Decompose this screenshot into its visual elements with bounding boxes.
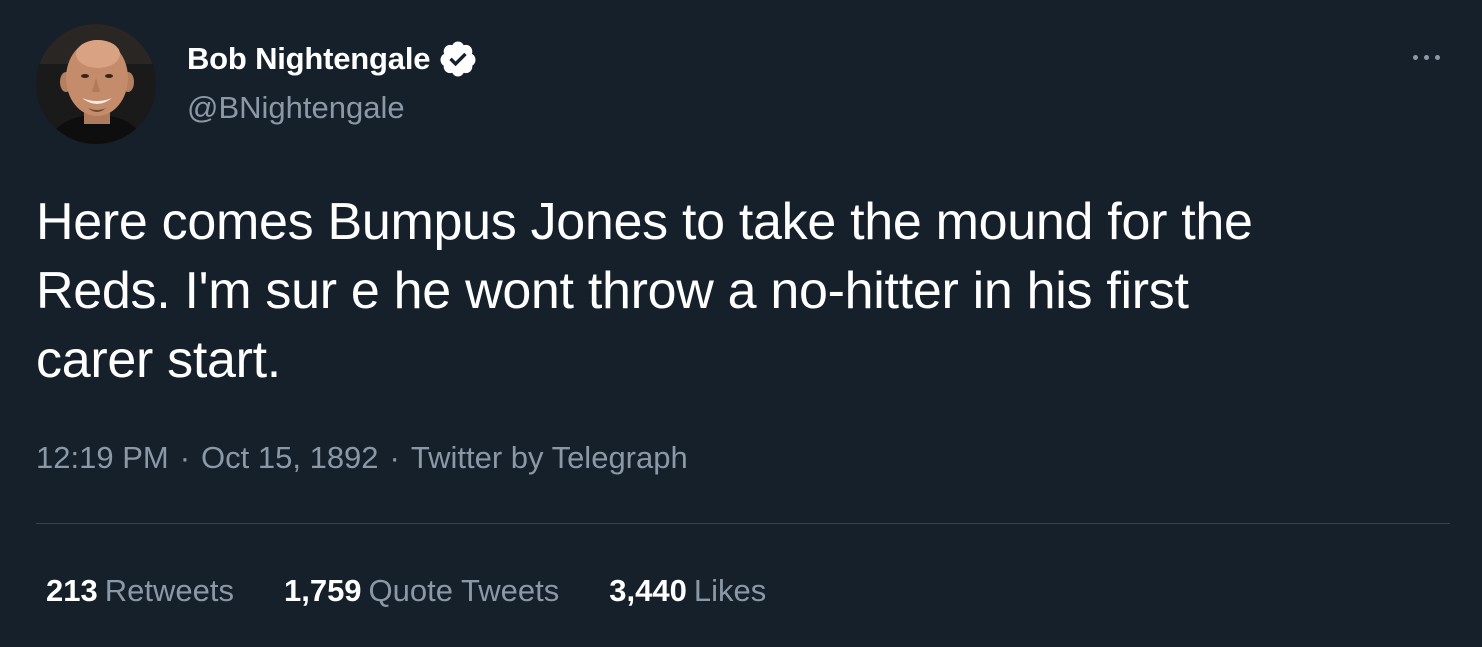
tweet-source[interactable]: Twitter by Telegraph — [411, 440, 688, 476]
author-block: Bob Nightengale @BNightengale — [187, 38, 478, 126]
stat-likes[interactable]: 3,440 Likes — [609, 573, 766, 609]
tweet-date[interactable]: Oct 15, 1892 — [201, 440, 379, 476]
more-dot — [1423, 54, 1429, 60]
tweet-time[interactable]: 12:19 PM — [36, 440, 169, 476]
more-dot — [1412, 54, 1418, 60]
stat-count: 213 — [46, 573, 98, 608]
meta-separator: · — [389, 440, 400, 475]
tweet-meta: 12:19 PM · Oct 15, 1892 · Twitter by Tel… — [36, 440, 688, 476]
divider — [36, 523, 1450, 524]
meta-separator: · — [179, 440, 191, 475]
stat-label: Likes — [693, 573, 767, 608]
stat-retweets[interactable]: 213 Retweets — [46, 573, 234, 609]
stat-quote-tweets[interactable]: 1,759 Quote Tweets — [284, 573, 559, 609]
name-row: Bob Nightengale — [187, 38, 478, 80]
display-name[interactable]: Bob Nightengale — [187, 41, 430, 77]
stat-count: 1,759 — [283, 573, 362, 608]
more-dot — [1434, 54, 1440, 60]
more-options-icon[interactable] — [1406, 44, 1446, 70]
stat-count: 3,440 — [609, 573, 687, 608]
tweet-card: Bob Nightengale @BNightengale Here comes… — [0, 0, 1482, 647]
engagement-stats: 213 Retweets 1,759 Quote Tweets 3,440 Likes — [46, 573, 816, 609]
handle[interactable]: @BNightengale — [187, 90, 478, 126]
tweet-text: Here comes Bumpus Jones to take the moun… — [36, 193, 1253, 389]
stat-label: Quote Tweets — [368, 573, 560, 608]
verified-badge-icon — [438, 39, 478, 79]
stat-label: Retweets — [104, 573, 234, 608]
avatar[interactable] — [36, 24, 156, 144]
avatar-image — [36, 24, 156, 144]
